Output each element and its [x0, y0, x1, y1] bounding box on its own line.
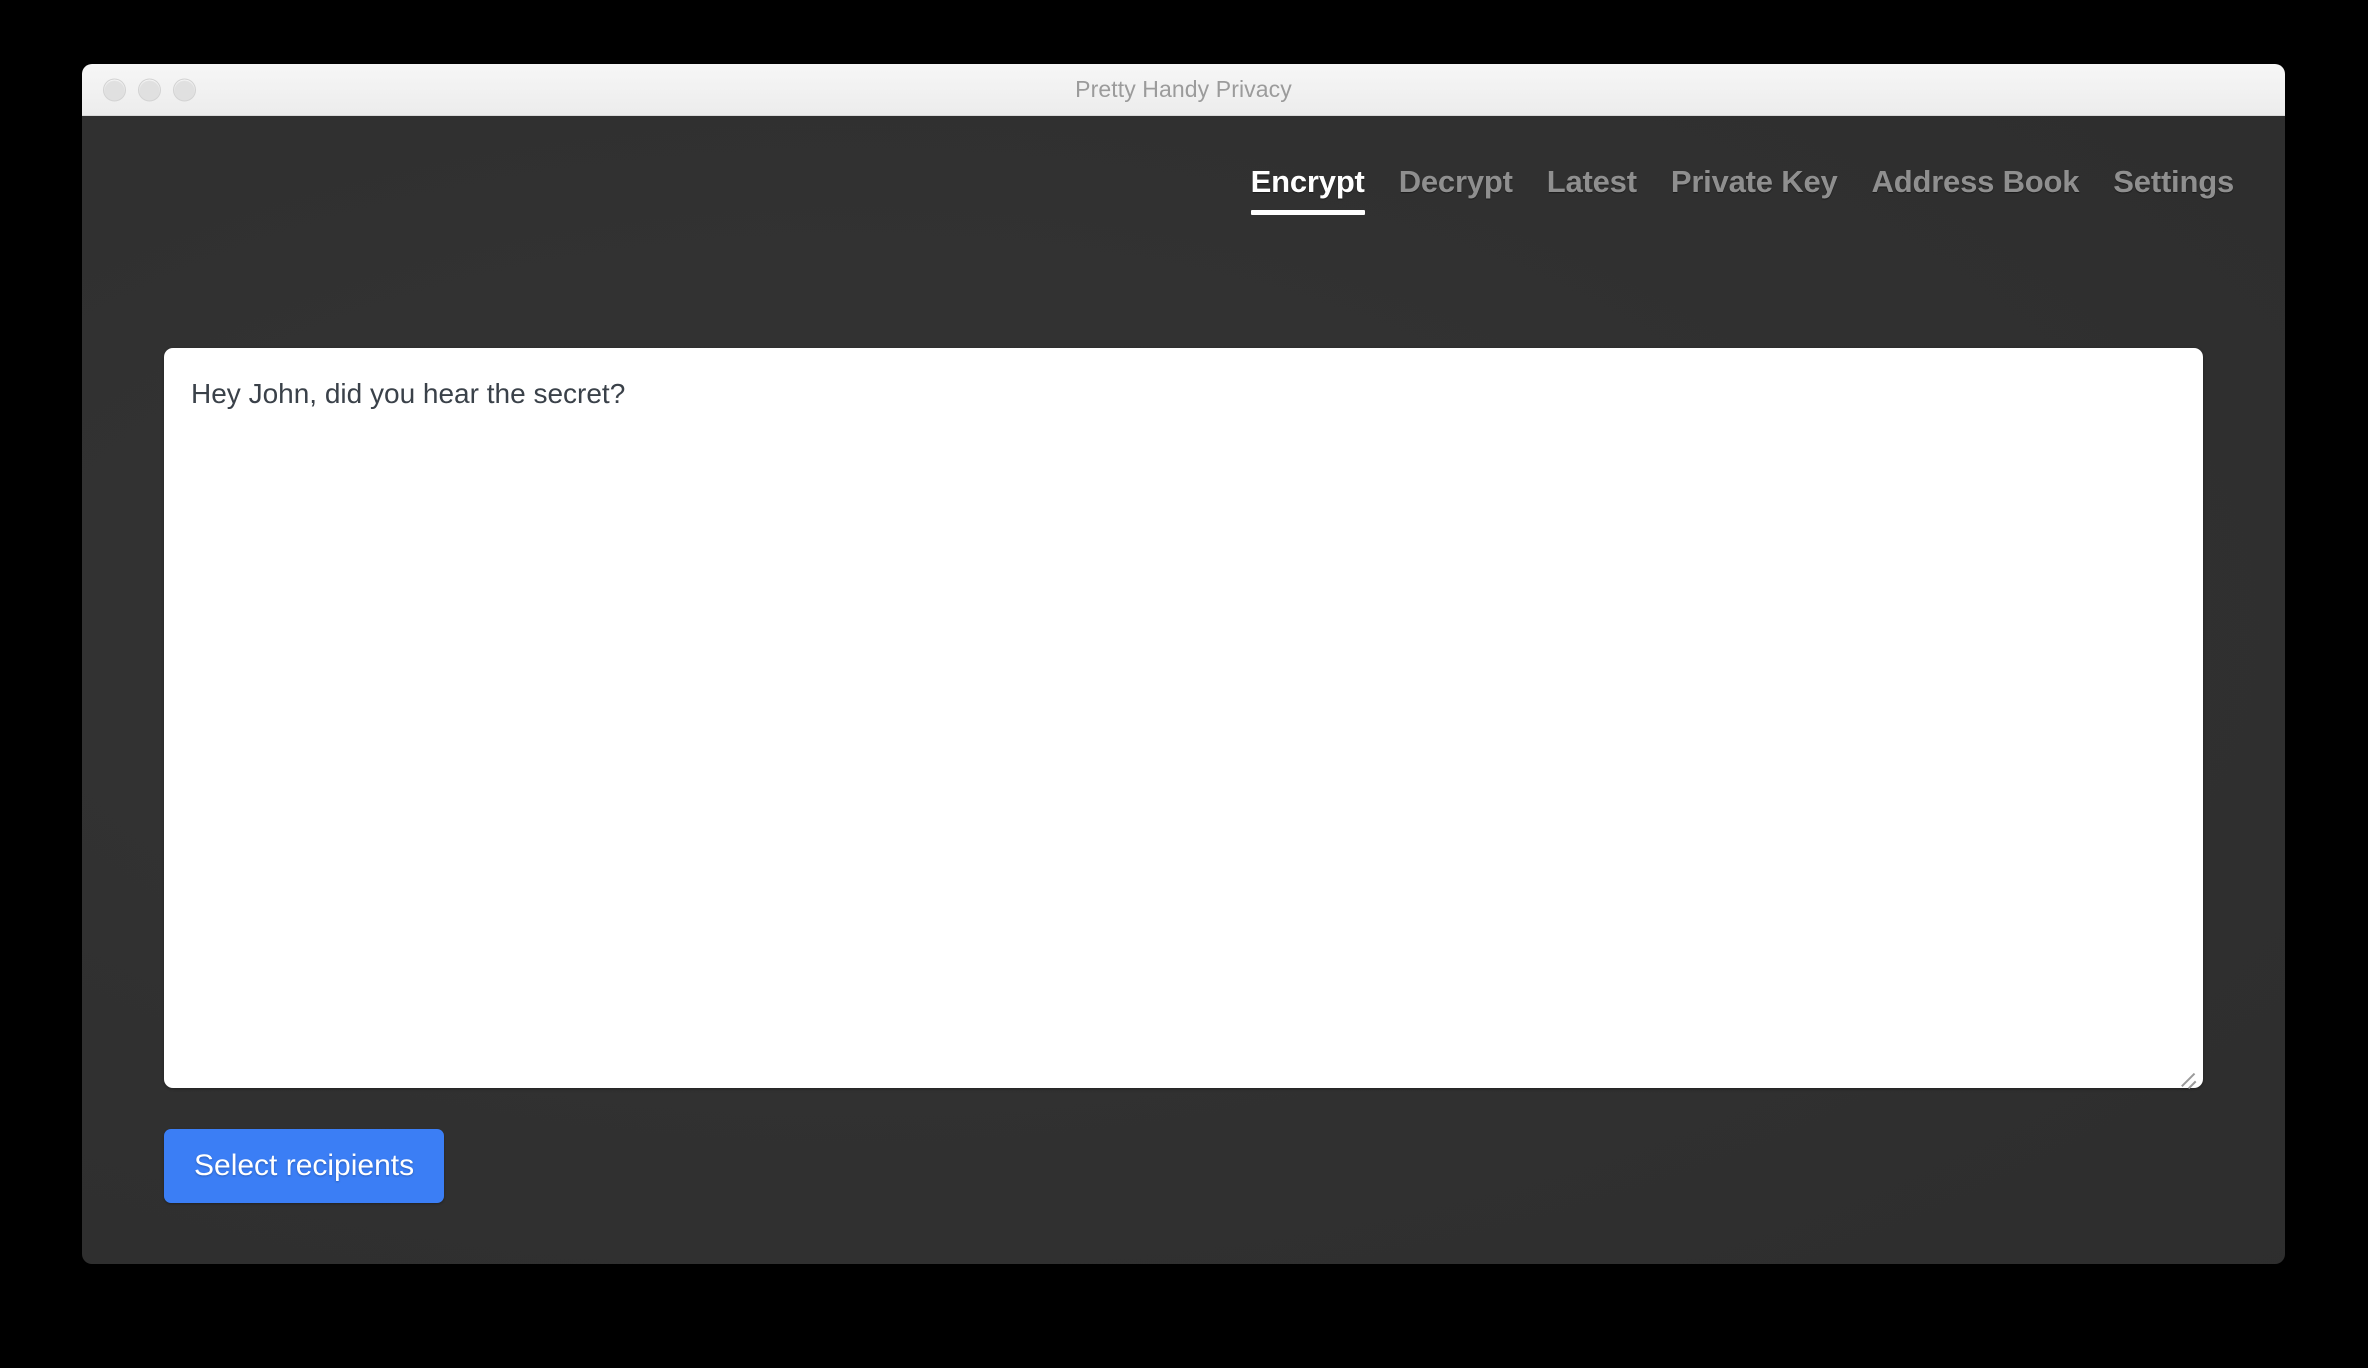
tab-address-book[interactable]: Address Book [1855, 166, 2097, 197]
traffic-light-group [103, 78, 196, 101]
window-titlebar[interactable]: Pretty Handy Privacy [82, 64, 2285, 116]
minimize-button-icon[interactable] [138, 78, 161, 101]
application-window: Pretty Handy Privacy Encrypt Decrypt Lat… [82, 64, 2285, 1264]
encrypt-panel: Select recipients [164, 348, 2203, 1203]
tab-latest[interactable]: Latest [1530, 166, 1654, 197]
message-input[interactable] [164, 348, 2203, 1088]
tab-settings[interactable]: Settings [2096, 166, 2251, 197]
app-body: Encrypt Decrypt Latest Private Key Addre… [82, 116, 2285, 1264]
tab-private-key[interactable]: Private Key [1654, 166, 1855, 197]
tab-encrypt[interactable]: Encrypt [1234, 166, 1382, 215]
message-field-wrapper [164, 348, 2203, 1093]
main-navigation: Encrypt Decrypt Latest Private Key Addre… [1234, 116, 2251, 246]
desktop-backdrop: Pretty Handy Privacy Encrypt Decrypt Lat… [0, 0, 2368, 1368]
action-row: Select recipients [164, 1129, 2203, 1203]
zoom-button-icon[interactable] [173, 78, 196, 101]
select-recipients-button[interactable]: Select recipients [164, 1129, 445, 1203]
close-button-icon[interactable] [103, 78, 126, 101]
tab-decrypt[interactable]: Decrypt [1382, 166, 1530, 197]
window-title: Pretty Handy Privacy [1075, 76, 1292, 102]
